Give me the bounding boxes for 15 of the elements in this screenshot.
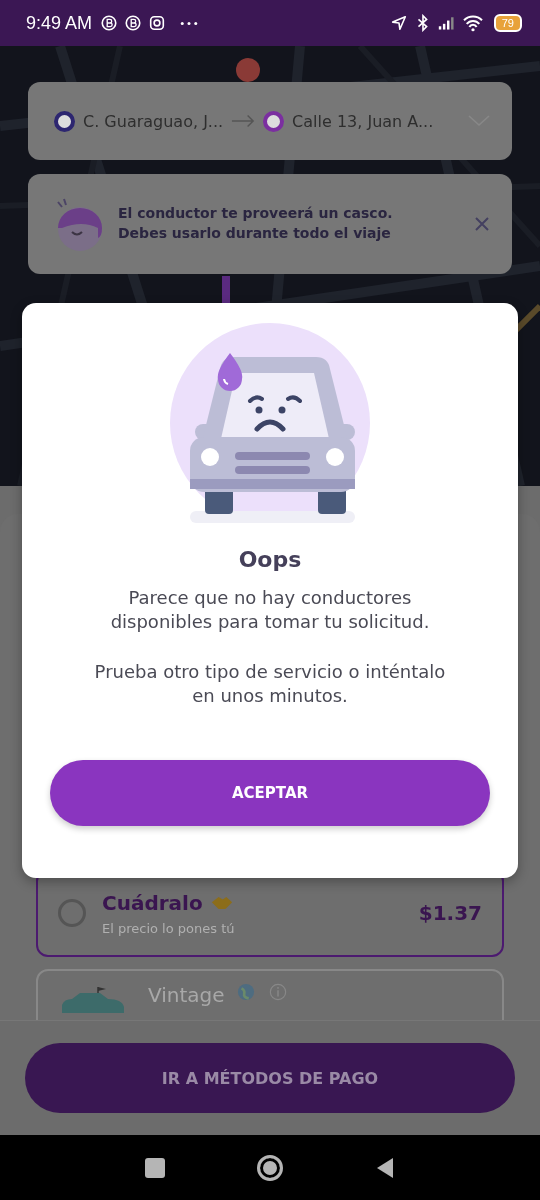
destination-address: Calle 13, Juan A... [292, 111, 434, 131]
route-card[interactable]: C. Guaraguao, J... Calle 13, Juan A... [28, 82, 512, 160]
service-price: $1.37 [418, 901, 482, 925]
origin-address: C. Guaraguao, J... [83, 111, 224, 131]
dialog-message: Parece que no hay conductores disponibles para tomar tu solicitud. [109, 586, 431, 634]
service-name: Cuádralo [102, 890, 203, 915]
service-subtitle: El precio lo pones tú [102, 920, 236, 936]
clock: 9:49 AM [26, 12, 93, 34]
dialog-title: Oops [238, 547, 302, 572]
service-name: Vintage [148, 983, 225, 1007]
battery-icon: 79 [493, 14, 522, 32]
dialog-message: Prueba otro tipo de servicio o inténtalo en unos minutos. [93, 660, 447, 708]
payment-methods-button[interactable]: IR A MÉTODOS DE PAGO [25, 1043, 515, 1113]
accept-button[interactable]: ACEPTAR [50, 760, 490, 826]
notice-text: El conductor te proveerá un casco. Debes usarlo durante todo el viaje [118, 204, 394, 243]
